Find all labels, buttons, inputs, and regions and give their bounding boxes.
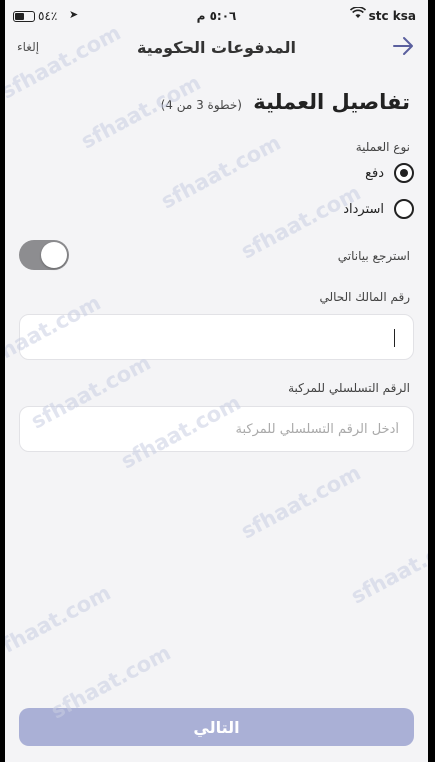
serial-number-input[interactable] bbox=[20, 407, 413, 451]
radio-label-refund: استرداد bbox=[343, 201, 384, 217]
navigation-bar: إلغاء المدفوعات الحكومية bbox=[5, 34, 428, 64]
battery-percent: ٥٤٪ bbox=[38, 9, 58, 23]
retrieve-data-toggle[interactable] bbox=[19, 240, 69, 270]
owner-id-input[interactable] bbox=[20, 315, 413, 359]
page-title: المدفوعات الحكومية bbox=[136, 38, 297, 57]
watermark-text: sfhaat.com bbox=[5, 580, 115, 664]
toggle-knob bbox=[41, 242, 67, 268]
battery-indicator: ٥٤٪ bbox=[13, 9, 57, 23]
section-title: تفاصيل العملية bbox=[253, 90, 410, 114]
watermark-text: sfhaat.com bbox=[157, 130, 285, 214]
text-cursor bbox=[394, 329, 395, 347]
radio-button-unselected[interactable] bbox=[394, 199, 414, 219]
cancel-button[interactable]: إلغاء bbox=[17, 40, 39, 54]
status-bar: ٥٤٪ ➤ ٥:٠٦ م stc ksa bbox=[5, 0, 428, 30]
location-arrow-icon: ➤ bbox=[69, 8, 79, 21]
operation-type-label: نوع العملية bbox=[355, 140, 410, 154]
owner-id-label: رقم المالك الحالي bbox=[319, 290, 410, 304]
watermark-text: sfhaat.com bbox=[237, 460, 365, 544]
radio-label-payment: دفع bbox=[365, 165, 384, 181]
battery-icon bbox=[13, 10, 35, 22]
serial-number-field-container bbox=[19, 406, 414, 452]
watermark-text: sfhaat.com bbox=[347, 525, 428, 609]
next-button[interactable]: التالي bbox=[19, 708, 414, 746]
retrieve-data-label: استرجع بياناتي bbox=[337, 249, 410, 263]
radio-option-refund[interactable]: استرداد bbox=[343, 199, 414, 219]
section-heading: تفاصيل العملية (خطوة 3 من 4) bbox=[161, 90, 410, 114]
carrier-name: stc ksa bbox=[368, 9, 416, 23]
app-screen: ٥٤٪ ➤ ٥:٠٦ م stc ksa إلغاء المدفوعات الح… bbox=[5, 0, 428, 762]
status-time: ٥:٠٦ م bbox=[196, 9, 237, 23]
owner-id-field-container bbox=[19, 314, 414, 360]
back-arrow-icon[interactable] bbox=[392, 36, 414, 60]
step-indicator: (خطوة 3 من 4) bbox=[160, 98, 242, 112]
serial-number-label: الرقم التسلسلي للمركبة bbox=[288, 381, 410, 395]
wifi-icon bbox=[349, 6, 367, 23]
radio-button-selected[interactable] bbox=[394, 163, 414, 183]
radio-option-payment[interactable]: دفع bbox=[365, 163, 414, 183]
